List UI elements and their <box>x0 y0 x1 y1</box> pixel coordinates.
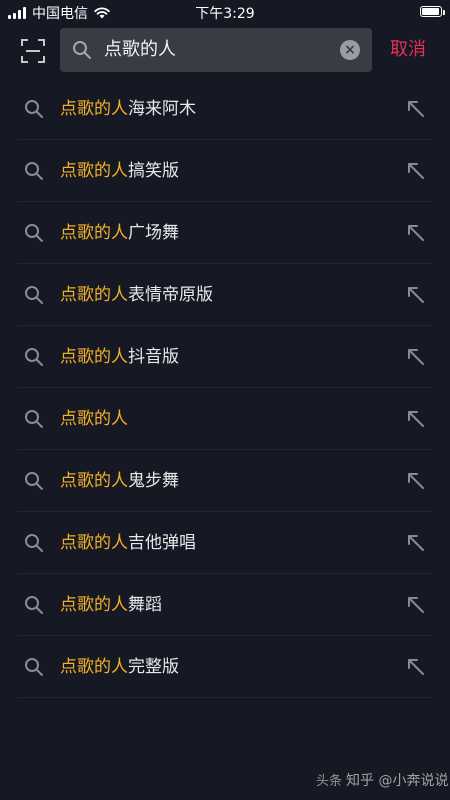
suggestion-highlight: 点歌的人 <box>60 223 128 243</box>
suggestion-text: 点歌的人完整版 <box>60 636 179 698</box>
suggestion-rest: 舞蹈 <box>128 595 162 615</box>
arrow-up-left-icon[interactable] <box>406 161 426 181</box>
search-bar: 点歌的人 × 取消 <box>0 28 450 72</box>
suggestion-highlight: 点歌的人 <box>60 161 128 181</box>
suggestion-text: 点歌的人表情帝原版 <box>60 264 213 326</box>
list-item[interactable]: 点歌的人舞蹈 <box>18 574 432 636</box>
suggestion-text: 点歌的人抖音版 <box>60 326 179 388</box>
suggestion-text: 点歌的人吉他弹唱 <box>60 512 196 574</box>
suggestion-highlight: 点歌的人 <box>60 285 128 305</box>
suggestion-text: 点歌的人舞蹈 <box>60 574 162 636</box>
suggestion-highlight: 点歌的人 <box>60 347 128 367</box>
watermark-left: 头条 <box>316 774 343 789</box>
search-icon <box>25 596 43 614</box>
suggestion-highlight: 点歌的人 <box>60 595 128 615</box>
arrow-up-left-icon[interactable] <box>406 657 426 677</box>
status-bar: 中国电信 下午3:29 <box>0 0 450 26</box>
suggestion-highlight: 点歌的人 <box>60 409 128 429</box>
arrow-up-left-icon[interactable] <box>406 99 426 119</box>
arrow-up-left-icon[interactable] <box>406 409 426 429</box>
arrow-up-left-icon[interactable] <box>406 285 426 305</box>
suggestion-rest: 完整版 <box>128 657 179 677</box>
search-icon <box>25 534 43 552</box>
watermark: 头条 知乎 @小奔说说 <box>316 770 448 790</box>
suggestion-rest: 广场舞 <box>128 223 179 243</box>
suggestion-list: 点歌的人海来阿木 点歌的人搞笑版 点歌的人广场舞 点歌的人表情帝原版 点歌的人抖音版 点歌… <box>0 78 450 698</box>
list-item[interactable]: 点歌的人吉他弹唱 <box>18 512 432 574</box>
search-icon <box>25 658 43 676</box>
search-icon <box>25 162 43 180</box>
search-icon <box>25 472 43 490</box>
arrow-up-left-icon[interactable] <box>406 471 426 491</box>
suggestion-highlight: 点歌的人 <box>60 471 128 491</box>
arrow-up-left-icon[interactable] <box>406 533 426 553</box>
scan-icon[interactable] <box>20 38 46 64</box>
list-item[interactable]: 点歌的人完整版 <box>18 636 432 698</box>
suggestion-rest: 搞笑版 <box>128 161 179 181</box>
suggestion-text: 点歌的人搞笑版 <box>60 140 179 202</box>
list-item[interactable]: 点歌的人鬼步舞 <box>18 450 432 512</box>
search-icon <box>25 224 43 242</box>
list-item[interactable]: 点歌的人广场舞 <box>18 202 432 264</box>
battery-icon <box>420 6 445 17</box>
suggestion-rest: 海来阿木 <box>128 99 196 119</box>
suggestion-highlight: 点歌的人 <box>60 533 128 553</box>
search-icon <box>25 410 43 428</box>
suggestion-highlight: 点歌的人 <box>60 99 128 119</box>
list-item[interactable]: 点歌的人 <box>18 388 432 450</box>
suggestion-text: 点歌的人广场舞 <box>60 202 179 264</box>
suggestion-rest: 吉他弹唱 <box>128 533 196 553</box>
clear-icon[interactable]: × <box>340 40 360 60</box>
list-item[interactable]: 点歌的人表情帝原版 <box>18 264 432 326</box>
suggestion-rest: 鬼步舞 <box>128 471 179 491</box>
arrow-up-left-icon[interactable] <box>406 595 426 615</box>
suggestion-rest: 表情帝原版 <box>128 285 213 305</box>
search-icon <box>25 286 43 304</box>
clock: 下午3:29 <box>195 6 255 22</box>
search-query[interactable]: 点歌的人 <box>104 28 176 72</box>
suggestion-rest: 抖音版 <box>128 347 179 367</box>
search-icon <box>25 100 43 118</box>
suggestion-text: 点歌的人鬼步舞 <box>60 450 179 512</box>
suggestion-text: 点歌的人海来阿木 <box>60 78 196 140</box>
search-icon <box>73 41 91 59</box>
arrow-up-left-icon[interactable] <box>406 347 426 367</box>
search-icon <box>25 348 43 366</box>
list-item[interactable]: 点歌的人搞笑版 <box>18 140 432 202</box>
suggestion-text: 点歌的人 <box>60 388 128 450</box>
list-item[interactable]: 点歌的人抖音版 <box>18 326 432 388</box>
watermark-text: 知乎 @小奔说说 <box>346 773 449 789</box>
search-input[interactable]: 点歌的人 × <box>60 28 372 72</box>
arrow-up-left-icon[interactable] <box>406 223 426 243</box>
suggestion-highlight: 点歌的人 <box>60 657 128 677</box>
cancel-button[interactable]: 取消 <box>390 28 426 72</box>
list-item[interactable]: 点歌的人海来阿木 <box>18 78 432 140</box>
